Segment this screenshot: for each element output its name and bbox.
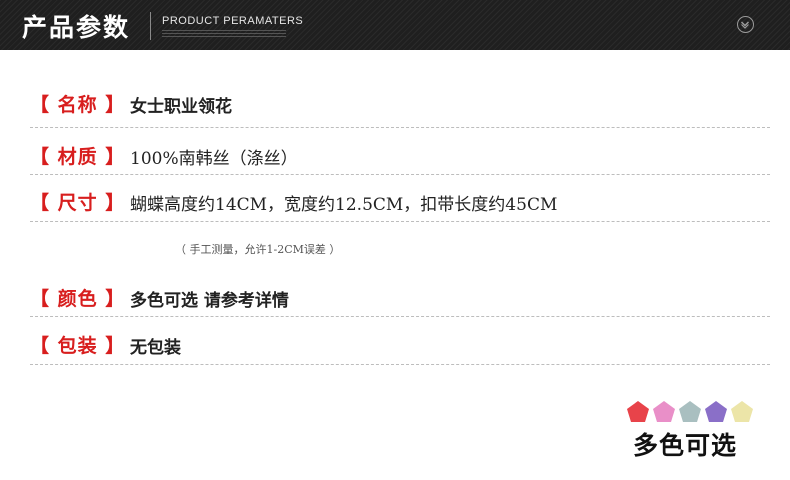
row-divider: [30, 174, 770, 175]
param-label: 【 颜色 】: [30, 288, 126, 310]
swatch-shape: [705, 401, 727, 422]
header-bar: 产品参数 PRODUCT PERAMATERS: [0, 0, 790, 50]
param-value: 无包装: [130, 338, 181, 358]
param-label: 【 包装 】: [30, 335, 126, 357]
param-row-packaging: 【 包装 】 无包装: [30, 327, 770, 367]
color-options-caption: 多色可选: [633, 431, 738, 460]
page-subtitle: PRODUCT PERAMATERS: [162, 15, 304, 27]
param-value: 多色可选 请参考详情: [130, 291, 289, 311]
param-row-size: 【 尺寸 】 蝴蝶高度约14CM，宽度约12.5CM，扣带长度约45CM: [30, 184, 770, 224]
param-label: 【 材质 】: [30, 146, 126, 168]
page-title: 产品参数: [22, 13, 131, 42]
chevron-down-icon: [737, 16, 754, 33]
row-divider: [30, 127, 770, 128]
row-divider: [30, 316, 770, 317]
subtitle-decoration: [162, 30, 286, 39]
pentagon-swatch-icon: [731, 401, 753, 422]
pentagon-swatch-icon: [705, 401, 727, 422]
pentagon-swatch-icon: [653, 401, 675, 422]
pentagon-swatch-icon: [679, 401, 701, 422]
param-row-color: 【 颜色 】 多色可选 请参考详情: [30, 280, 770, 320]
pentagon-swatch-icon: [627, 401, 649, 422]
param-value: 蝴蝶高度约14CM，宽度约12.5CM，扣带长度约45CM: [130, 195, 558, 215]
row-divider: [30, 364, 770, 365]
param-label: 【 名称 】: [30, 94, 126, 116]
measurement-note: （ 手工测量，允许1-2CM误差 ）: [175, 243, 341, 256]
header-divider: [150, 12, 151, 40]
param-row-name: 【 名称 】 女士职业领花: [30, 86, 770, 126]
param-row-material: 【 材质 】 100%南韩丝（涤丝）: [30, 138, 770, 178]
swatch-shape: [731, 401, 753, 422]
param-value: 女士职业领花: [130, 97, 232, 117]
param-label: 【 尺寸 】: [30, 192, 126, 214]
row-divider: [30, 221, 770, 222]
swatch-shape: [679, 401, 701, 422]
color-swatches: [626, 400, 753, 426]
param-value: 100%南韩丝（涤丝）: [130, 149, 298, 169]
swatch-shape: [627, 401, 649, 422]
swatch-shape: [653, 401, 675, 422]
